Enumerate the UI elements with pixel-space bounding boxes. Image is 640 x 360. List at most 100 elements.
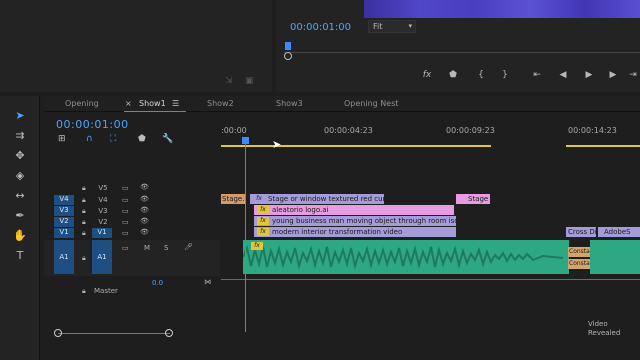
hand-tool-icon[interactable]: ✋ (12, 228, 28, 244)
audio-transition-b[interactable]: Consta (568, 259, 590, 269)
insert-nest-icon[interactable]: ⊞ (58, 134, 66, 144)
eye-icon[interactable]: 👁︎ (140, 217, 149, 225)
wrench-icon[interactable]: 🔧 (162, 134, 173, 144)
microphone-icon[interactable]: 🎤︎ (184, 243, 193, 251)
source-patch-a1[interactable]: A1 (54, 240, 74, 274)
sync-lock-icon[interactable]: ▭ (122, 207, 129, 215)
step-back-icon[interactable]: ◀ (556, 68, 570, 82)
master-track-label: Master (94, 287, 118, 295)
selection-tool-icon[interactable]: ➤ (12, 108, 28, 124)
watermark: Video Revealed (588, 320, 620, 338)
close-icon[interactable]: × (125, 99, 132, 108)
track-target-label[interactable]: V3 (96, 207, 110, 215)
zoom-select[interactable]: Fit ▾ (368, 20, 416, 33)
lock-icon[interactable]: 🔒︎ (82, 218, 86, 227)
clip-v4-stage-left[interactable]: Stage... (221, 194, 245, 204)
track-target-label[interactable]: V2 (96, 218, 110, 226)
work-area-bar-right[interactable] (566, 145, 640, 147)
tab-show3[interactable]: Show3 (276, 99, 303, 108)
program-timecode[interactable]: 00:00:01:00 (290, 22, 351, 33)
mark-out-icon[interactable]: } (498, 68, 512, 82)
sync-lock-icon[interactable]: ▭ (122, 218, 129, 226)
eye-icon[interactable]: 👁︎ (140, 228, 149, 236)
linked-select-icon[interactable]: ⛶ (110, 134, 116, 144)
work-area-bar[interactable] (221, 145, 491, 147)
lock-icon[interactable]: 🔒︎ (82, 254, 86, 263)
fx-icon[interactable]: fx (420, 68, 434, 82)
timeline-zoom-scrollbar[interactable] (44, 328, 640, 340)
clip-v2-business-man[interactable]: fx young business man moving object thro… (254, 216, 456, 226)
step-forward-icon[interactable]: ▶ (606, 68, 620, 82)
track-header-v3: V3 🔒︎ V3 ▭ 👁︎ (44, 206, 220, 217)
audio-transition-a[interactable]: Consta (568, 247, 590, 257)
slip-tool-icon[interactable]: ↔ (12, 188, 28, 204)
sync-lock-icon[interactable]: ▭ (122, 196, 129, 204)
scrollbar-right-handle[interactable] (165, 329, 173, 337)
ruler-label-2: 00:00:09:23 (446, 126, 495, 135)
sync-lock-icon[interactable]: ▭ (122, 184, 129, 192)
lock-icon[interactable]: 🔒︎ (82, 207, 86, 216)
go-to-out-icon[interactable]: ⇥ (626, 68, 640, 82)
lock-icon[interactable]: 🔒︎ (82, 287, 86, 296)
clip-label: Stage or window textured red curtains (268, 195, 384, 203)
scrollbar-track[interactable] (58, 333, 170, 334)
ripple-edit-tool-icon[interactable]: ✥ (12, 148, 28, 164)
timeline-tabs: Opening × Show1 ☰ Show2 Show3 Opening Ne… (44, 96, 640, 112)
timeline-timecode[interactable]: 00:00:01:00 (56, 118, 129, 131)
type-tool-icon[interactable]: T (12, 248, 28, 264)
snap-icon[interactable]: ∩ (86, 134, 93, 144)
mute-button[interactable]: M (144, 244, 150, 252)
clip-v3-logo[interactable]: fx aleatorio logo.ai (254, 205, 454, 215)
source-patch-v2[interactable]: V2 (54, 217, 74, 227)
track-target-label[interactable]: V1 (92, 228, 112, 238)
eye-icon[interactable]: 👁︎ (140, 195, 149, 203)
lock-icon[interactable]: 🔒︎ (82, 184, 86, 193)
fx-badge: fx (256, 195, 262, 202)
sync-lock-icon[interactable]: ▭ (122, 229, 129, 237)
camera-icon[interactable]: ▣ (245, 76, 254, 86)
tab-opening[interactable]: Opening (65, 99, 99, 108)
clip-label: Cross Di (568, 228, 596, 236)
program-playhead-marker[interactable] (285, 42, 291, 50)
scrollbar-left-handle[interactable] (54, 329, 62, 337)
track-select-tool-icon[interactable]: ⇉ (12, 128, 28, 144)
track-target-label[interactable]: V5 (96, 184, 110, 192)
source-patch-v3[interactable]: V3 (54, 206, 74, 216)
clip-v1-interior[interactable]: fx modern interior transformation video (254, 227, 456, 237)
timeline-ruler[interactable]: :00:00 00:00:04:23 00:00:09:23 00:00:14:… (221, 118, 640, 148)
clip-v4-stage-curtains[interactable]: fx Stage or window textured red curtains (250, 194, 384, 204)
master-volume-value[interactable]: 0.0 (152, 279, 163, 287)
marker-icon[interactable]: ⬟ (446, 68, 460, 82)
pen-tool-icon[interactable]: ✒ (12, 208, 28, 224)
solo-button[interactable]: S (164, 244, 168, 252)
fx-badge: fx (257, 217, 269, 225)
tab-opening-nest[interactable]: Opening Nest (344, 99, 399, 108)
clip-v4-stage-right[interactable]: Stage F (456, 194, 490, 204)
program-ruler[interactable] (284, 52, 640, 58)
tab-show2[interactable]: Show2 (207, 99, 234, 108)
eye-icon[interactable]: 👁︎ (140, 183, 149, 191)
add-marker-icon[interactable]: ⬟ (138, 134, 146, 144)
audio-clip-a1[interactable]: fx (243, 240, 569, 274)
razor-tool-icon[interactable]: ◈ (12, 168, 28, 184)
track-target-label[interactable]: A1 (92, 240, 112, 274)
clip-label: young business man moving object through… (272, 217, 456, 225)
lock-icon[interactable]: 🔒︎ (82, 229, 86, 238)
clip-v1-adobe-stock[interactable]: AdobeS (598, 227, 640, 237)
go-to-in-icon[interactable]: ⇤ (530, 68, 544, 82)
playhead-line[interactable] (245, 140, 246, 332)
program-in-handle[interactable] (284, 52, 292, 60)
sync-lock-icon[interactable]: ▭ (122, 244, 129, 252)
source-patch-v1[interactable]: V1 (54, 228, 74, 238)
track-target-label[interactable]: V4 (96, 196, 110, 204)
tab-menu-icon[interactable]: ☰ (172, 99, 179, 108)
eye-icon[interactable]: 👁︎ (140, 206, 149, 214)
mark-in-icon[interactable]: { (474, 68, 488, 82)
tab-show1[interactable]: Show1 (139, 99, 166, 108)
export-frame-icon[interactable]: ⇲ (225, 76, 233, 86)
audio-clip-a1-right[interactable] (590, 240, 640, 274)
play-icon[interactable]: ▶ (582, 68, 596, 82)
clip-v1-cross-dissolve[interactable]: Cross Di (566, 227, 596, 237)
source-patch-v4[interactable]: V4 (54, 195, 74, 205)
lock-icon[interactable]: 🔒︎ (82, 196, 86, 205)
